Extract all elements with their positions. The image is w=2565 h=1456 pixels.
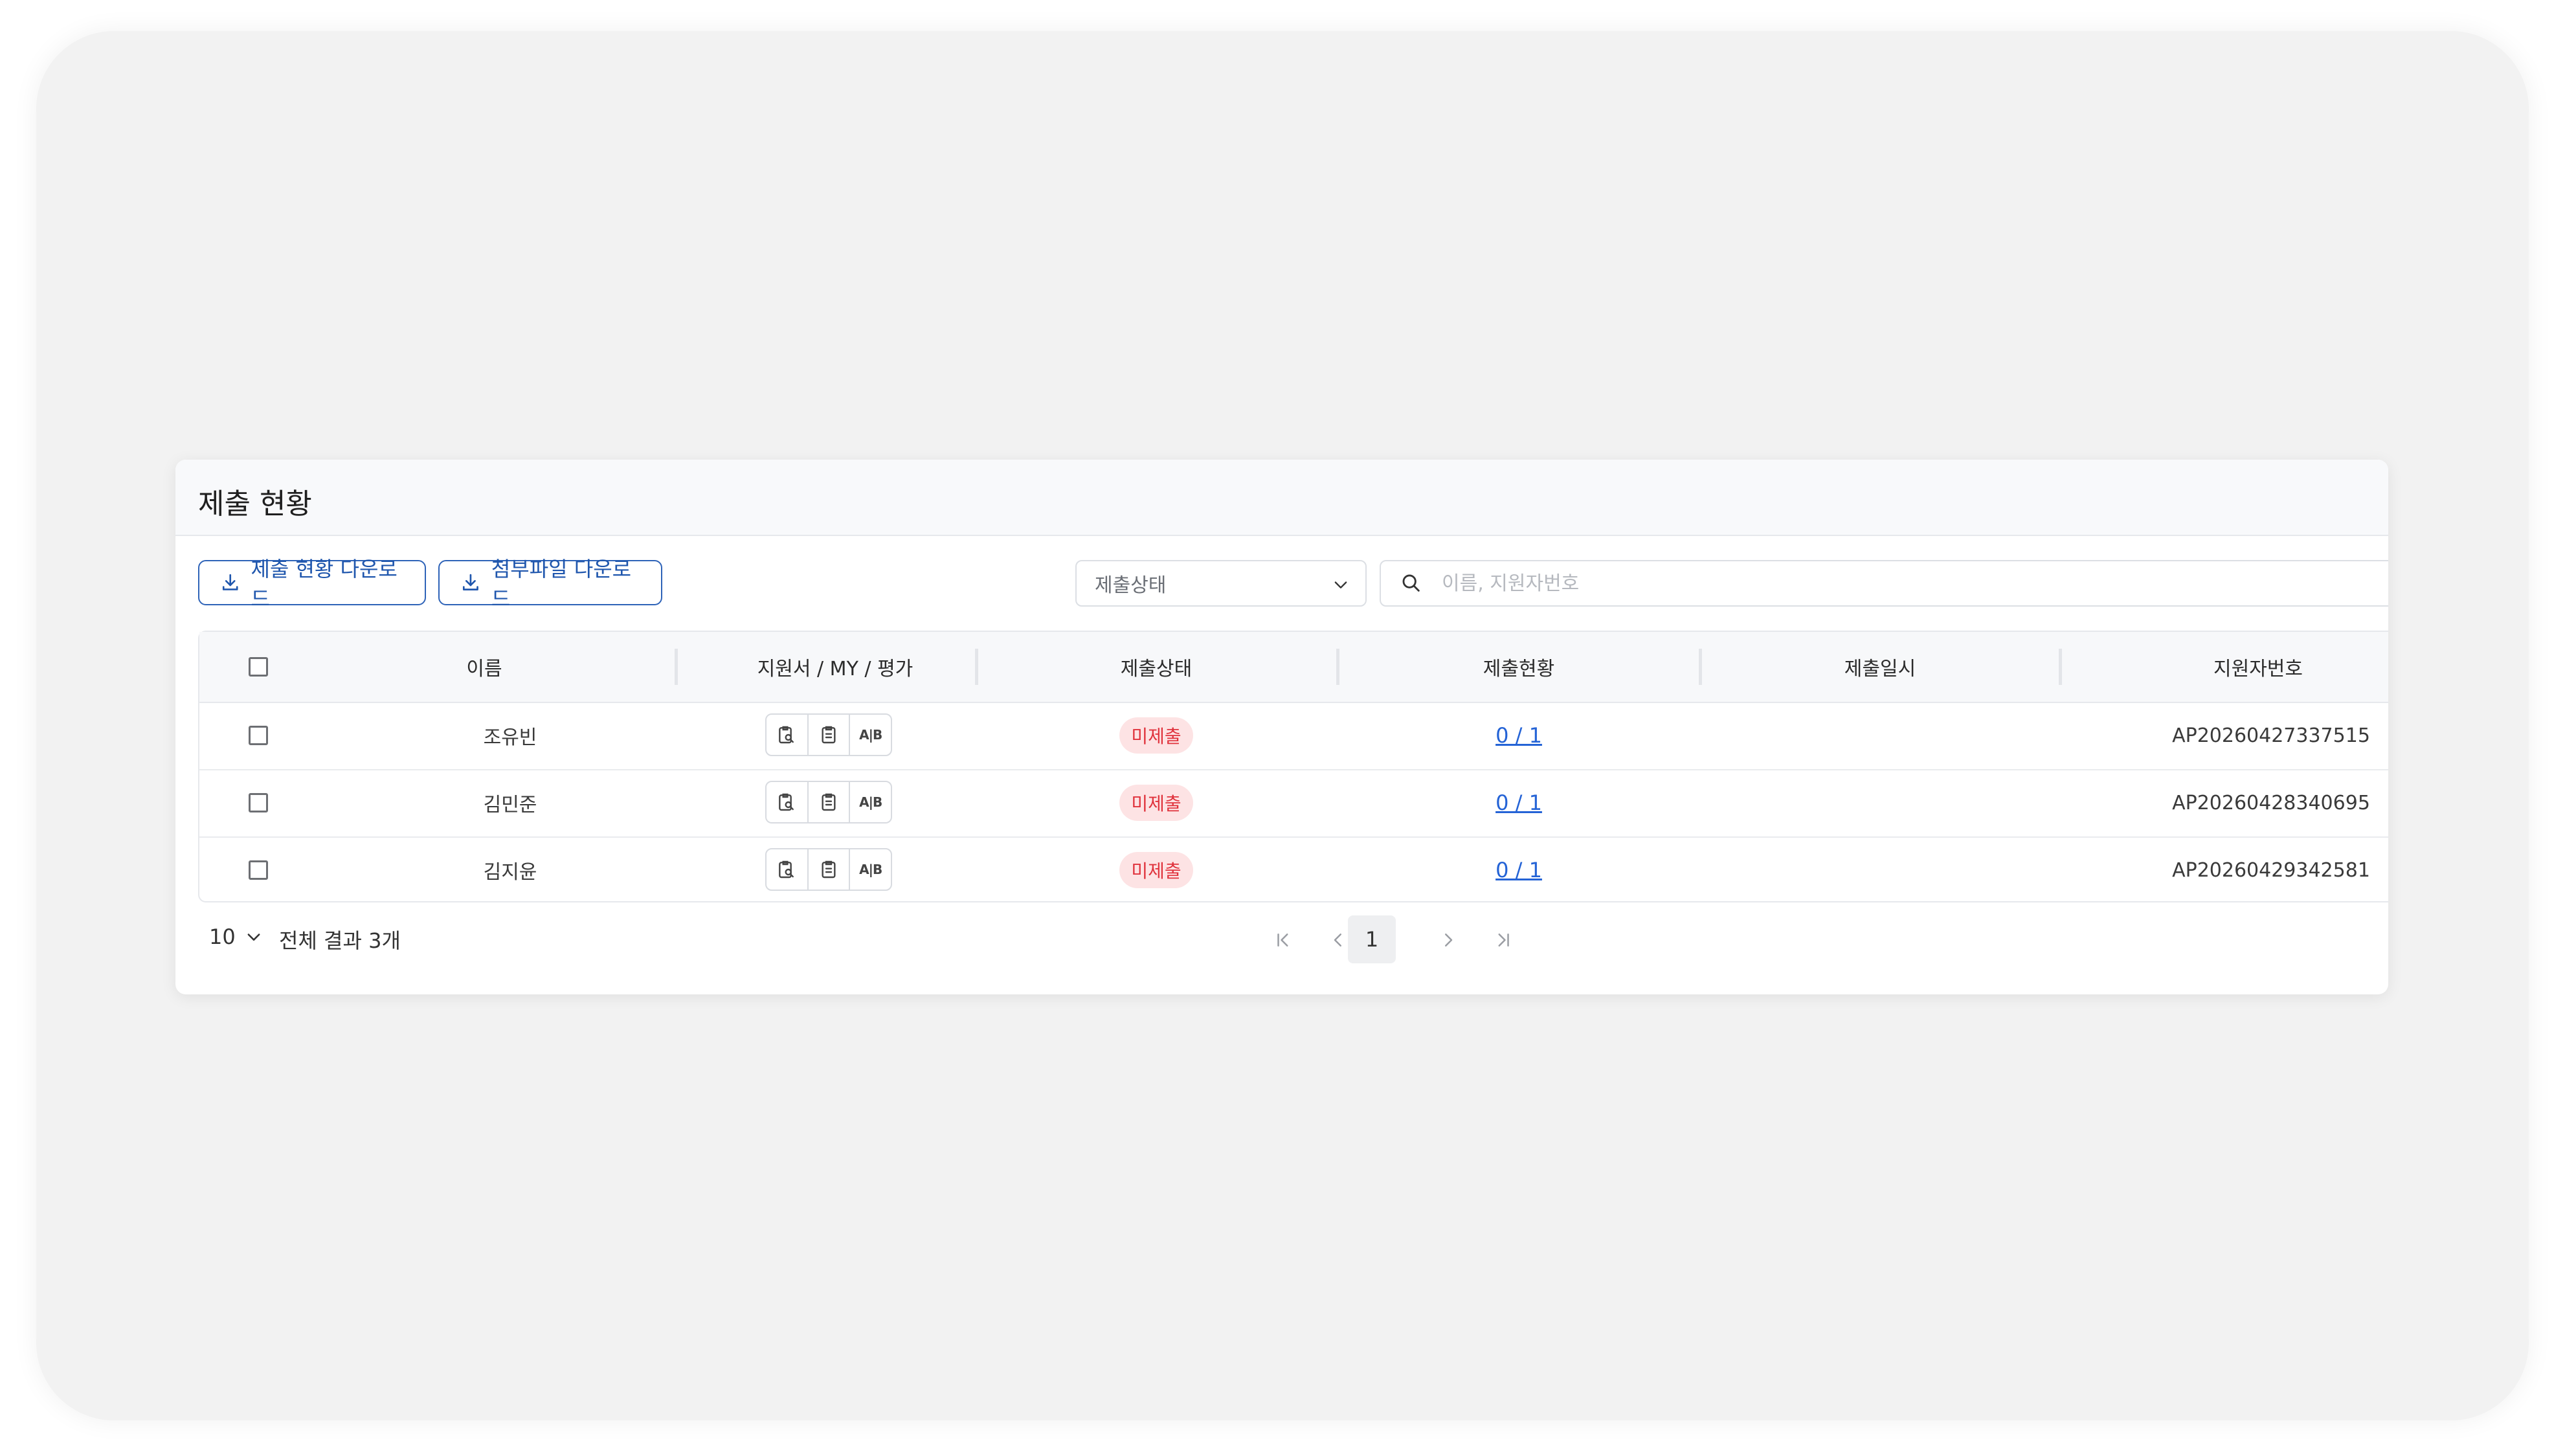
row-checkbox[interactable]	[249, 793, 268, 812]
panel-header: 제출 현황	[175, 460, 2388, 536]
download-status-label: 제출 현황 다운로드	[251, 557, 398, 611]
status-cell: 미제출	[1059, 702, 1253, 769]
submission-status-panel: 제출 현황 제출 현황 다운로드 첨부파일 다운로드 제출상태 이름 지원서 /…	[175, 460, 2388, 994]
download-attachments-button[interactable]: 첨부파일 다운로드	[438, 557, 662, 611]
ab-test-icon: A|B	[859, 794, 882, 810]
row-action-group: A|B	[765, 713, 892, 756]
first-page-icon	[1277, 934, 1288, 946]
chevron-down-icon	[247, 934, 260, 941]
column-separator	[675, 649, 678, 685]
select-all-checkbox[interactable]	[249, 657, 268, 677]
view-application-button[interactable]	[767, 715, 809, 755]
column-header-progress: 제출현황	[1483, 658, 1555, 680]
download-status-button[interactable]: 제출 현황 다운로드	[198, 557, 426, 611]
applicant-number: AP20260427337515	[2172, 724, 2370, 747]
chevron-down-icon	[1334, 581, 1347, 588]
column-separator	[975, 649, 978, 685]
submitted-at	[1783, 769, 1977, 836]
last-page-button[interactable]	[1480, 917, 1527, 963]
clipboard-icon	[822, 726, 836, 744]
row-checkbox[interactable]	[249, 726, 268, 745]
submitted-at	[1783, 836, 1977, 904]
view-evaluation-button[interactable]: A|B	[850, 715, 891, 755]
status-badge: 미제출	[1119, 785, 1193, 821]
document-search-icon	[779, 860, 794, 879]
page-size-value: 10	[209, 924, 236, 949]
applicant-name: 김지윤	[483, 861, 537, 884]
ab-test-icon: A|B	[859, 727, 882, 743]
column-header-status: 제출상태	[1120, 658, 1193, 680]
prev-page-icon	[1334, 934, 1341, 946]
status-badge: 미제출	[1119, 717, 1193, 754]
view-evaluation-button[interactable]: A|B	[850, 849, 891, 890]
clipboard-icon	[822, 793, 836, 811]
applicant-name: 김민준	[483, 794, 537, 816]
page-number-current[interactable]: 1	[1348, 915, 1396, 963]
applicant-number: AP20260428340695	[2172, 791, 2370, 814]
search-box	[1380, 560, 2388, 607]
column-header-submitted-at: 제출일시	[1844, 658, 1916, 680]
last-page-icon	[1498, 934, 1509, 946]
search-input[interactable]	[1440, 571, 2349, 596]
table-row[interactable]: 김지윤 A|B 미제출 0 / 1 AP20260429342581	[199, 836, 2388, 904]
view-my-button[interactable]	[809, 849, 851, 890]
status-filter-value: 제출상태	[1095, 574, 1167, 597]
column-header-actions: 지원서 / MY / 평가	[757, 658, 913, 680]
next-page-icon	[1445, 934, 1453, 946]
view-application-button[interactable]	[767, 782, 809, 822]
total-results: 전체 결과 3개	[279, 928, 401, 953]
view-evaluation-button[interactable]: A|B	[850, 782, 891, 822]
download-icon	[222, 574, 238, 590]
first-page-button[interactable]	[1260, 917, 1306, 963]
column-header-name: 이름	[466, 658, 502, 680]
table-row[interactable]: 조유빈 A|B 미제출 0 / 1 AP20260427337515	[199, 702, 2388, 770]
view-my-button[interactable]	[809, 715, 851, 755]
clipboard-icon	[822, 860, 836, 879]
download-icon	[462, 574, 478, 590]
row-action-group: A|B	[765, 781, 892, 823]
progress-cell: 0 / 1	[1422, 836, 1616, 904]
status-cell: 미제출	[1059, 836, 1253, 904]
progress-cell: 0 / 1	[1422, 702, 1616, 769]
view-my-button[interactable]	[809, 782, 851, 822]
applicant-name: 조유빈	[483, 726, 537, 749]
column-separator	[2059, 649, 2062, 685]
applicant-table: 이름 지원서 / MY / 평가 제출상태 제출현황 제출일시 지원자번호 조유…	[198, 631, 2388, 902]
column-separator	[1699, 649, 1702, 685]
column-separator	[1336, 649, 1339, 685]
status-badge: 미제출	[1119, 852, 1193, 888]
page-size-select[interactable]: 10	[209, 924, 263, 949]
panel-title: 제출 현황	[198, 487, 312, 521]
status-filter-select[interactable]: 제출상태	[1075, 560, 1367, 607]
table-row[interactable]: 김민준 A|B 미제출 0 / 1 AP20260428340695	[199, 769, 2388, 838]
submitted-at	[1783, 702, 1977, 769]
applicant-number: AP20260429342581	[2172, 858, 2370, 882]
column-header-applicant-no: 지원자번호	[2213, 658, 2303, 680]
progress-link[interactable]: 0 / 1	[1495, 858, 1542, 882]
row-checkbox[interactable]	[249, 860, 268, 880]
view-application-button[interactable]	[767, 849, 809, 890]
progress-cell: 0 / 1	[1422, 769, 1616, 836]
table-header: 이름 지원서 / MY / 평가 제출상태 제출현황 제출일시 지원자번호	[199, 632, 2388, 703]
status-cell: 미제출	[1059, 769, 1253, 836]
search-icon	[1402, 574, 1420, 592]
document-search-icon	[779, 726, 794, 744]
ab-test-icon: A|B	[859, 862, 882, 877]
next-page-button[interactable]	[1425, 917, 1472, 963]
document-search-icon	[779, 793, 794, 811]
row-action-group: A|B	[765, 848, 892, 891]
progress-link[interactable]: 0 / 1	[1495, 723, 1542, 748]
progress-link[interactable]: 0 / 1	[1495, 790, 1542, 815]
download-attachments-label: 첨부파일 다운로드	[491, 557, 632, 611]
